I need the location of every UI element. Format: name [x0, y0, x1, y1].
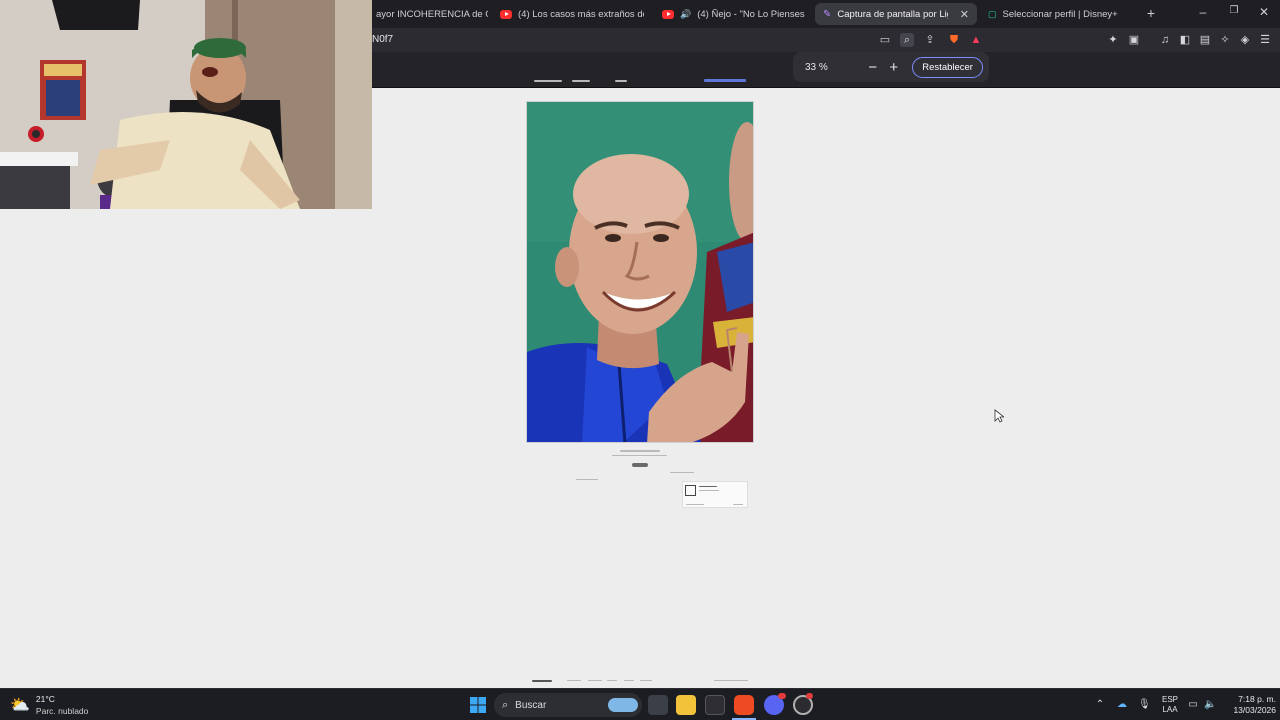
screenshot-icon[interactable]: ▣: [1127, 33, 1141, 47]
tab-label: ayor INCOHERENCIA de GOD: [376, 8, 488, 20]
promo-link[interactable]: [686, 504, 704, 505]
partly-cloudy-icon: ⛅: [10, 697, 30, 714]
search-icon: ⌕: [502, 698, 509, 711]
notification-badge: [778, 693, 786, 699]
task-view-icon[interactable]: [648, 695, 668, 715]
mouse-cursor-icon: [994, 409, 1004, 423]
share-text: [576, 479, 598, 480]
keyboard-layout: LAA: [1162, 705, 1178, 714]
tab-lightshot[interactable]: ✎ Captura de pantalla por Lightsh ✕: [815, 3, 977, 25]
footer-link[interactable]: [607, 680, 617, 681]
extensions-icon[interactable]: ✦: [1106, 33, 1120, 47]
music-icon[interactable]: ♫: [1158, 33, 1172, 47]
chevron-up-icon[interactable]: ⌃: [1094, 699, 1106, 711]
lightshot-logo: [534, 80, 562, 82]
footer-link[interactable]: [588, 680, 602, 681]
header-link[interactable]: [615, 80, 627, 82]
disney-icon: ▢: [988, 8, 997, 19]
sidebar-icon[interactable]: ◧: [1178, 33, 1192, 47]
volume-icon[interactable]: 🔈: [1204, 699, 1216, 711]
search-label: Buscar: [515, 699, 547, 711]
network-icon[interactable]: ▭: [1187, 699, 1199, 711]
windows-icon: [470, 697, 486, 713]
tab-cia-cases[interactable]: (4) Los casos más extraños de la CIA: [492, 3, 644, 25]
weather-widget[interactable]: ⛅ 21°C Parc. nublado: [10, 694, 88, 716]
zoom-popup: 33 % − + Restablecer: [793, 52, 989, 82]
microphone-icon[interactable]: 🎙: [1138, 699, 1151, 711]
ad-label: [670, 472, 694, 473]
language-code: ESP: [1162, 695, 1179, 704]
clock[interactable]: 7:18 p. m. 13/03/2026: [1222, 694, 1276, 716]
footer-logo: [532, 680, 552, 682]
brave-browser-icon[interactable]: [734, 695, 754, 715]
tab-god-incoherencia[interactable]: ayor INCOHERENCIA de GOD: [368, 3, 488, 25]
zoom-level: 33 %: [805, 61, 828, 73]
promo-title: [699, 486, 717, 487]
reset-zoom-button[interactable]: Restablecer: [912, 56, 983, 78]
selfie-photo: [527, 102, 753, 442]
file-explorer-icon[interactable]: [676, 695, 696, 715]
footer-link[interactable]: [624, 680, 634, 681]
vpn-icon[interactable]: ◈: [1238, 33, 1252, 47]
youtube-icon: [662, 9, 674, 19]
brave-shield-icon[interactable]: ⛊: [947, 33, 961, 47]
close-tab-icon[interactable]: ✕: [960, 8, 969, 21]
tab-label: Captura de pantalla por Lightsh: [837, 8, 947, 20]
taskbar-search[interactable]: ⌕ Buscar: [494, 693, 642, 717]
new-tab-icon[interactable]: +: [1143, 5, 1159, 21]
webcam-overlay: [0, 0, 372, 209]
screenshot-image[interactable]: [526, 101, 754, 443]
lightshot-icon: ✎: [823, 8, 832, 20]
speaker-icon: 🔊: [680, 8, 692, 19]
taskbar: ⛅ 21°C Parc. nublado ⌕ Buscar ⌃ ☁ 🎙 ESP …: [0, 688, 1280, 720]
youtube-icon: [500, 9, 512, 19]
start-button[interactable]: [468, 695, 488, 715]
language-indicator[interactable]: ESP LAA: [1162, 695, 1178, 715]
tab-disney[interactable]: ▢ Seleccionar perfil | Disney+: [980, 3, 1130, 25]
image-action-button[interactable]: [632, 463, 648, 467]
weather-description: Parc. nublado: [35, 706, 89, 716]
url-text[interactable]: N0f7: [372, 34, 393, 45]
search-highlight-icon: [608, 698, 638, 712]
store-icon[interactable]: [705, 695, 725, 715]
close-window-icon[interactable]: ✕: [1256, 5, 1272, 19]
weather-temperature: 21°C: [35, 694, 55, 704]
lightshot-promo-card[interactable]: [682, 481, 748, 508]
cast-icon[interactable]: ▭: [878, 33, 892, 47]
zoom-in-button[interactable]: +: [883, 59, 904, 76]
notification-badge: [806, 693, 813, 699]
clock-time: 7:18 p. m.: [1238, 694, 1276, 704]
header-button[interactable]: [704, 79, 746, 82]
menu-icon[interactable]: ☰: [1258, 33, 1272, 47]
zoom-icon[interactable]: ⌕: [900, 33, 914, 47]
header-link[interactable]: [572, 80, 590, 82]
onedrive-icon[interactable]: ☁: [1116, 699, 1128, 711]
restore-icon[interactable]: ❐: [1226, 5, 1242, 16]
wallet-icon[interactable]: ▤: [1198, 33, 1212, 47]
webcam-feed: [0, 0, 372, 209]
zoom-out-button[interactable]: −: [862, 59, 883, 76]
footer-link[interactable]: [640, 680, 652, 681]
image-caption: [620, 450, 660, 452]
tab-label: (4) Ñejo - "No Lo Pienses Más" (: [697, 8, 806, 20]
footer-link[interactable]: [567, 680, 581, 681]
tab-label: (4) Los casos más extraños de la CIA: [518, 8, 644, 20]
minimize-icon[interactable]: –: [1195, 5, 1211, 19]
share-icon[interactable]: ⇪: [923, 33, 937, 47]
brave-rewards-icon[interactable]: ▲: [969, 33, 983, 47]
lightshot-logo-icon: [685, 485, 696, 496]
promo-link[interactable]: [733, 504, 743, 505]
image-meta: [612, 455, 667, 456]
tab-label: Seleccionar perfil | Disney+: [1002, 8, 1118, 20]
clock-date: 13/03/2026: [1233, 705, 1276, 715]
tab-nejo-song[interactable]: 🔊 (4) Ñejo - "No Lo Pienses Más" (: [654, 3, 806, 25]
leo-ai-icon[interactable]: ✧: [1218, 33, 1232, 47]
promo-subtitle: [699, 490, 719, 491]
footer-language[interactable]: [714, 680, 748, 681]
